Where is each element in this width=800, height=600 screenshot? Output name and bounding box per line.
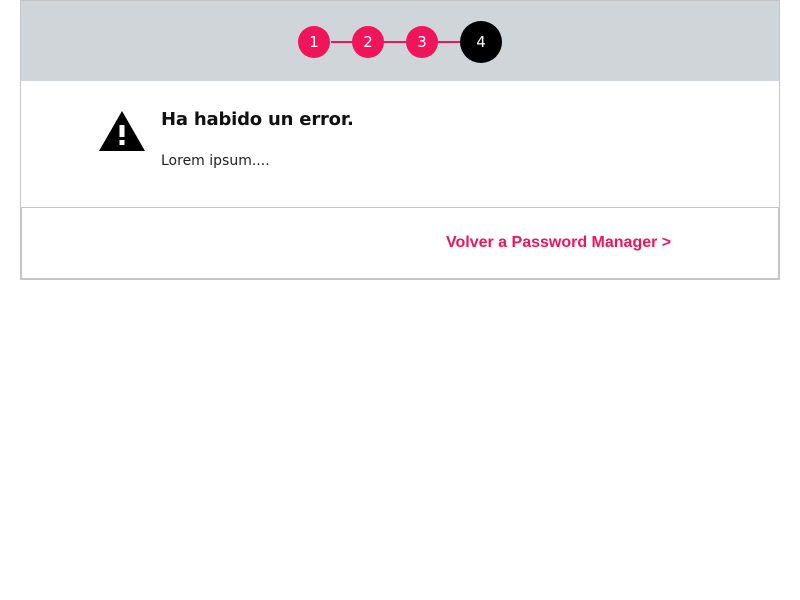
warning-triangle-icon [99,111,145,151]
step-label: 3 [417,33,427,51]
step-label: 1 [309,33,319,51]
step-label: 4 [476,33,486,51]
step-2: 2 [352,26,384,58]
progress-stepper: 1 2 3 4 [21,1,779,81]
error-card: 1 2 3 4 Ha habido un error. Lorem ipsum.… [20,0,780,280]
back-to-password-manager-link[interactable]: Volver a Password Manager > [446,234,671,252]
step-label: 2 [363,33,373,51]
step-3: 3 [406,26,438,58]
error-title: Ha habido un error. [161,109,354,130]
card-footer: Volver a Password Manager > [21,207,779,279]
step-4: 4 [460,21,502,63]
step-1: 1 [298,26,330,58]
error-description: Lorem ipsum.... [161,153,270,169]
message-panel: Ha habido un error. Lorem ipsum.... [21,81,779,207]
